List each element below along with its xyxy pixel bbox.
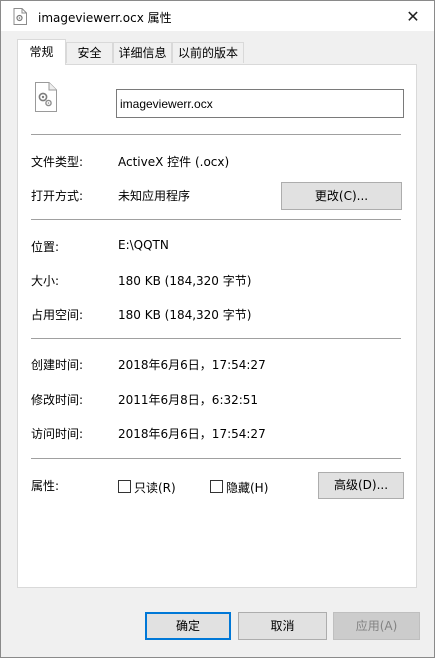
size-label: 大小:: [31, 274, 60, 288]
apply-button[interactable]: 应用(A): [333, 612, 420, 640]
tab-details[interactable]: 详细信息: [113, 42, 172, 63]
size-on-disk-label: 占用空间:: [31, 308, 84, 322]
open-with-value: 未知应用程序: [118, 189, 191, 203]
readonly-checkbox[interactable]: [118, 480, 131, 493]
title-bar[interactable]: imageviewerr.ocx 属性 ✕: [1, 1, 434, 31]
open-with-label: 打开方式:: [31, 189, 84, 203]
separator: [31, 458, 401, 459]
tab-label: 以前的版本: [177, 46, 238, 60]
ok-button-label: 确定: [175, 619, 200, 633]
tab-label: 常规: [29, 45, 54, 59]
size-value: 180 KB (184,320 字节): [118, 274, 252, 288]
separator: [31, 219, 401, 220]
created-label: 创建时间:: [31, 358, 84, 372]
file-type-label: 文件类型:: [31, 155, 84, 169]
tab-previous-versions[interactable]: 以前的版本: [172, 42, 244, 63]
file-settings-icon: [13, 8, 27, 25]
filename-field[interactable]: [116, 89, 404, 118]
modified-label: 修改时间:: [31, 393, 84, 407]
window-title: imageviewerr.ocx 属性: [38, 11, 172, 25]
tab-label: 详细信息: [118, 46, 167, 60]
close-icon: ✕: [406, 6, 420, 26]
close-button[interactable]: ✕: [397, 4, 429, 28]
ok-button[interactable]: 确定: [145, 612, 231, 640]
modified-value: 2011年6月8日，6:32:51: [118, 393, 259, 407]
accessed-label: 访问时间:: [31, 427, 84, 441]
change-button[interactable]: 更改(C)...: [281, 182, 402, 210]
cancel-button-label: 取消: [270, 619, 295, 633]
location-value: E:\QQTN: [118, 238, 169, 252]
tab-label: 安全: [77, 46, 102, 60]
apply-button-label: 应用(A): [355, 619, 398, 633]
separator: [31, 134, 401, 135]
location-label: 位置:: [31, 240, 60, 254]
tab-general[interactable]: 常规: [17, 39, 66, 65]
hidden-checkbox[interactable]: [210, 480, 223, 493]
change-button-label: 更改(C)...: [314, 189, 369, 203]
advanced-button[interactable]: 高级(D)...: [318, 472, 404, 499]
gear-file-icon: [34, 82, 58, 112]
created-value: 2018年6月6日，17:54:27: [118, 358, 266, 372]
accessed-value: 2018年6月6日，17:54:27: [118, 427, 266, 441]
hidden-label[interactable]: 隐藏(H): [226, 479, 268, 496]
size-on-disk-value: 180 KB (184,320 字节): [118, 308, 252, 322]
file-type-value: ActiveX 控件 (.ocx): [118, 155, 230, 169]
cancel-button[interactable]: 取消: [238, 612, 327, 640]
readonly-label[interactable]: 只读(R): [134, 479, 176, 496]
tab-security[interactable]: 安全: [66, 42, 113, 63]
advanced-button-label: 高级(D)...: [333, 478, 389, 492]
separator: [31, 338, 401, 339]
general-tab-panel: [17, 64, 417, 588]
attributes-label: 属性:: [31, 479, 60, 493]
